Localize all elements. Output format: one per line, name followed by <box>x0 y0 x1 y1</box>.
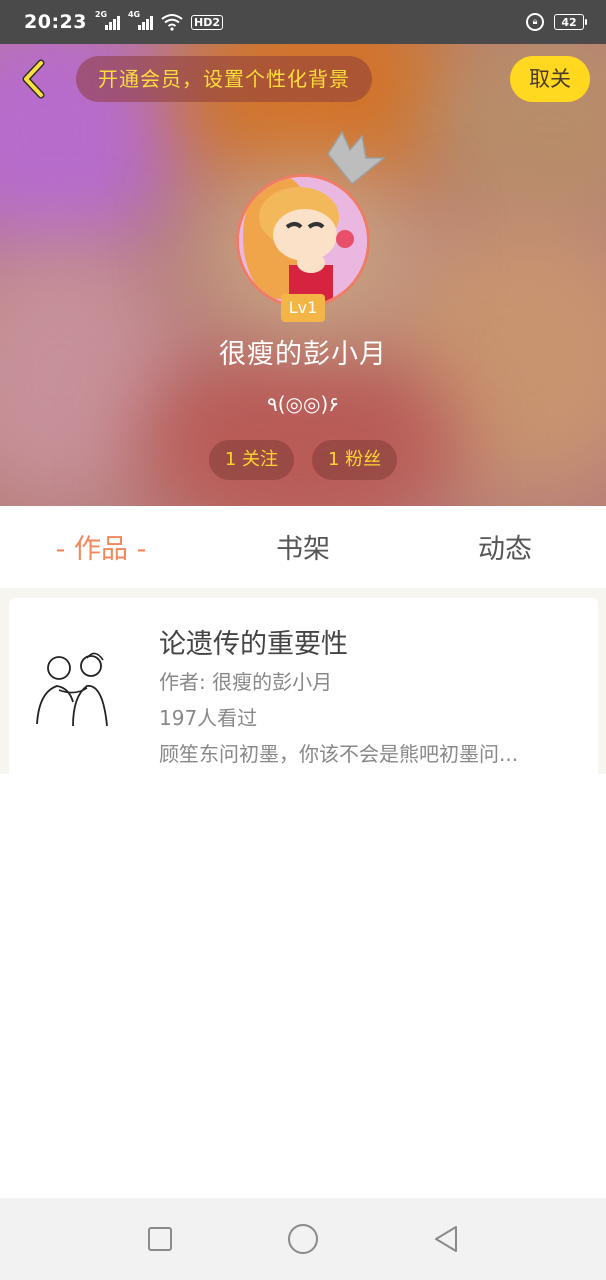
home-button[interactable] <box>285 1221 321 1257</box>
signal-4g-icon: 4G <box>128 10 153 30</box>
tab-bookshelf[interactable]: 书架 <box>202 506 404 590</box>
hd-voice-icon: HD2 <box>190 14 223 30</box>
status-left: 20:23 2G 4G HD2 <box>24 10 223 33</box>
crown-icon <box>327 130 387 186</box>
circle-icon <box>287 1224 318 1254</box>
chevron-left-icon <box>22 59 45 99</box>
recents-button[interactable] <box>142 1221 178 1257</box>
wifi-icon <box>161 14 183 31</box>
battery-icon: 42 <box>554 14 587 30</box>
profile-tabs: - 作品 - 书架 动态 <box>0 506 606 590</box>
signal-2g-icon: 2G <box>95 10 120 30</box>
vip-background-banner[interactable]: 开通会员，设置个性化背景 <box>76 56 372 102</box>
work-views: 197人看过 <box>159 706 258 730</box>
signal-4g-label: 4G <box>127 10 141 19</box>
unfollow-button[interactable]: 取关 <box>510 56 590 102</box>
status-right: 🔒︎ 42 <box>526 13 587 31</box>
work-cover-image <box>36 652 108 727</box>
work-title: 论遗传的重要性 <box>159 629 348 660</box>
stats-row: 1 关注 1 粉丝 <box>0 440 606 480</box>
followers-count-button[interactable]: 1 粉丝 <box>312 440 398 480</box>
avatar[interactable] <box>236 174 370 308</box>
tab-activity[interactable]: 动态 <box>404 506 606 590</box>
following-count-button[interactable]: 1 关注 <box>208 440 294 480</box>
avatar-illustration <box>239 177 367 305</box>
status-time: 20:23 <box>24 11 87 33</box>
system-nav-bar <box>0 1198 606 1280</box>
signal-2g-label: 2G <box>94 10 108 19</box>
username: 很瘦的彭小月 <box>219 339 387 370</box>
level-badge: Lv1 <box>281 294 325 322</box>
work-excerpt: 顾笙东问初墨，你该不会是熊吧初墨问... <box>159 742 519 766</box>
triangle-back-icon <box>435 1226 458 1252</box>
work-author: 作者: 很瘦的彭小月 <box>159 670 333 694</box>
works-list: 论遗传的重要性 作者: 很瘦的彭小月 197人看过 顾笙东问初墨，你该不会是熊吧… <box>0 588 606 774</box>
status-bar: 20:23 2G 4G HD2 🔒︎ 42 <box>0 0 606 44</box>
tab-works[interactable]: - 作品 - <box>0 506 202 590</box>
work-card[interactable]: 论遗传的重要性 作者: 很瘦的彭小月 197人看过 顾笙东问初墨，你该不会是熊吧… <box>9 598 598 774</box>
user-signature: ٩(◎◎)۶ <box>267 392 339 416</box>
square-icon <box>147 1227 172 1251</box>
system-back-button[interactable] <box>428 1221 464 1257</box>
rotation-lock-icon: 🔒︎ <box>526 13 544 31</box>
profile-header: 开通会员，设置个性化背景 取关 Lv1 很瘦的彭小月 ٩(◎◎)۶ 1 关注 1… <box>0 44 606 506</box>
back-button[interactable] <box>14 58 54 100</box>
